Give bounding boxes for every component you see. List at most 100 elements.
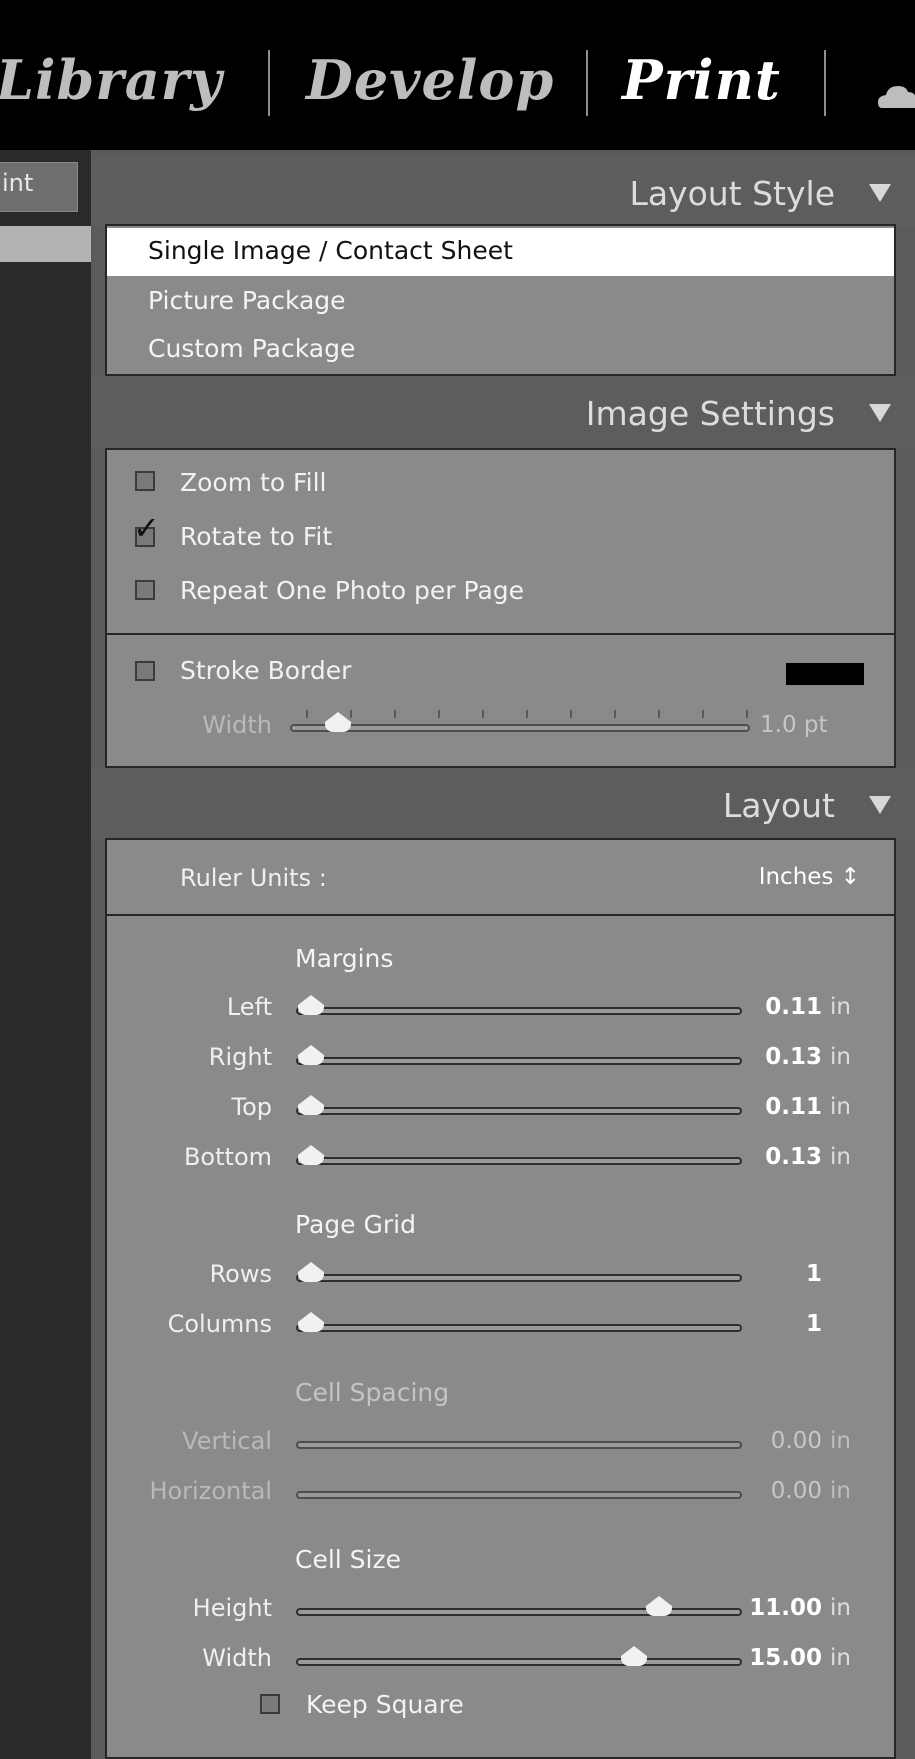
slider-thumb[interactable]	[298, 1105, 324, 1115]
slider-thumb[interactable]	[298, 1322, 324, 1332]
module-develop[interactable]: Develop	[306, 48, 554, 112]
zoom-to-fill-checkbox[interactable]	[135, 471, 155, 491]
stroke-width-value: 1.0 pt	[760, 712, 828, 738]
slider-thumb[interactable]	[298, 1262, 324, 1272]
slider-label: Right	[208, 1043, 272, 1071]
stroke-border-checkbox[interactable]	[135, 661, 155, 681]
disclosure-triangle-icon[interactable]	[869, 184, 891, 202]
layout-header[interactable]: Layout	[91, 768, 915, 840]
stroke-color-swatch[interactable]	[786, 663, 864, 685]
slider-thumb[interactable]	[298, 1155, 324, 1165]
slider-unit: in	[830, 1094, 851, 1120]
module-library[interactable]: Library	[0, 48, 223, 112]
slider-value: 1	[805, 1261, 822, 1287]
divider	[105, 633, 896, 635]
print-button[interactable]: int	[0, 162, 78, 212]
slider-thumb[interactable]	[645, 1606, 672, 1616]
slider-unit: in	[830, 1478, 851, 1504]
slider-thumb[interactable]	[298, 995, 324, 1005]
slider-label: Top	[231, 1093, 273, 1121]
module-separator	[586, 50, 588, 116]
slider-value: 0.11	[765, 994, 822, 1020]
slider-thumb[interactable]	[298, 1272, 324, 1282]
layout-style-list: Single Image / Contact Sheet Picture Pac…	[105, 224, 896, 376]
slider-unit: in	[830, 1044, 851, 1070]
slider-thumb[interactable]	[645, 1596, 672, 1606]
stroke-width-label: Width	[202, 711, 272, 739]
rotate-to-fit-label: Rotate to Fit	[180, 522, 333, 551]
slider-thumb[interactable]	[298, 1095, 324, 1105]
slider-track[interactable]	[296, 1324, 742, 1332]
slider-track[interactable]	[296, 1658, 742, 1666]
slider-thumb[interactable]	[325, 722, 352, 732]
keep-square-checkbox[interactable]	[260, 1694, 280, 1714]
section-title: Image Settings	[585, 394, 835, 433]
slider-track[interactable]	[296, 1157, 742, 1165]
slider-track[interactable]	[296, 1107, 742, 1115]
slider-track[interactable]	[296, 1491, 742, 1499]
slider-thumb[interactable]	[620, 1656, 647, 1666]
module-separator	[268, 50, 270, 116]
page-grid-title: Page Grid	[295, 1210, 416, 1239]
slider-label: Left	[226, 993, 272, 1021]
slider-label: Horizontal	[149, 1477, 272, 1505]
slider-thumb[interactable]	[325, 712, 352, 722]
module-separator	[824, 50, 826, 116]
repeat-one-photo-label: Repeat One Photo per Page	[180, 576, 525, 605]
slider-unit: in	[830, 1428, 851, 1454]
keep-square-label: Keep Square	[306, 1690, 464, 1719]
section-title: Layout	[722, 786, 835, 825]
slider-tick	[438, 710, 440, 718]
slider-thumb[interactable]	[298, 1045, 324, 1055]
slider-track[interactable]	[296, 1608, 742, 1616]
slider-track[interactable]	[296, 1274, 742, 1282]
slider-value: 0.00	[770, 1428, 822, 1454]
slider-track[interactable]	[296, 1441, 742, 1449]
checkmark-icon: ✓	[133, 509, 160, 547]
slider-value: 11.00	[749, 1595, 822, 1621]
slider-value: 1	[805, 1311, 822, 1337]
slider-value: 0.11	[765, 1094, 822, 1120]
slider-tick	[570, 710, 572, 718]
disclosure-triangle-icon[interactable]	[869, 796, 891, 814]
slider-thumb[interactable]	[298, 1312, 324, 1322]
stroke-width-slider[interactable]	[290, 724, 750, 732]
slider-label: Columns	[167, 1310, 272, 1338]
slider-unit: in	[830, 1645, 851, 1671]
layout-style-header[interactable]: Layout Style	[91, 156, 915, 228]
cell-spacing-title: Cell Spacing	[295, 1378, 450, 1407]
slider-thumb[interactable]	[298, 1005, 324, 1015]
ruler-units-label: Ruler Units :	[180, 864, 327, 892]
slider-tick	[394, 710, 396, 718]
repeat-one-photo-checkbox[interactable]	[135, 580, 155, 600]
module-print[interactable]: Print	[622, 48, 781, 112]
cell-size-title: Cell Size	[295, 1545, 401, 1574]
slider-track[interactable]	[296, 1007, 742, 1015]
slider-thumb[interactable]	[298, 1145, 324, 1155]
layout-style-picture-package[interactable]: Picture Package	[107, 278, 894, 326]
module-picker: Library Develop Print	[0, 0, 915, 150]
layout-style-custom-package[interactable]: Custom Package	[107, 326, 894, 374]
left-header-strip	[0, 226, 91, 262]
slider-track[interactable]	[296, 1057, 742, 1065]
section-title: Layout Style	[629, 174, 835, 213]
zoom-to-fill-label: Zoom to Fill	[180, 468, 327, 497]
stroke-border-label: Stroke Border	[180, 656, 352, 685]
slider-thumb[interactable]	[298, 1055, 324, 1065]
slider-value: 0.13	[765, 1044, 822, 1070]
image-settings-header[interactable]: Image Settings	[91, 376, 915, 448]
disclosure-triangle-icon[interactable]	[869, 404, 891, 422]
left-panel	[0, 150, 91, 1759]
layout-style-single-image[interactable]: Single Image / Contact Sheet	[107, 228, 894, 276]
margins-title: Margins	[295, 944, 394, 973]
slider-tick	[526, 710, 528, 718]
cloud-icon[interactable]	[876, 74, 915, 114]
slider-label: Vertical	[182, 1427, 272, 1455]
slider-tick	[306, 710, 308, 718]
slider-unit: in	[830, 994, 851, 1020]
slider-thumb[interactable]	[620, 1646, 647, 1656]
slider-tick	[658, 710, 660, 718]
divider	[105, 914, 896, 916]
ruler-units-select[interactable]: Inches ↕	[720, 864, 860, 890]
slider-value: 0.13	[765, 1144, 822, 1170]
